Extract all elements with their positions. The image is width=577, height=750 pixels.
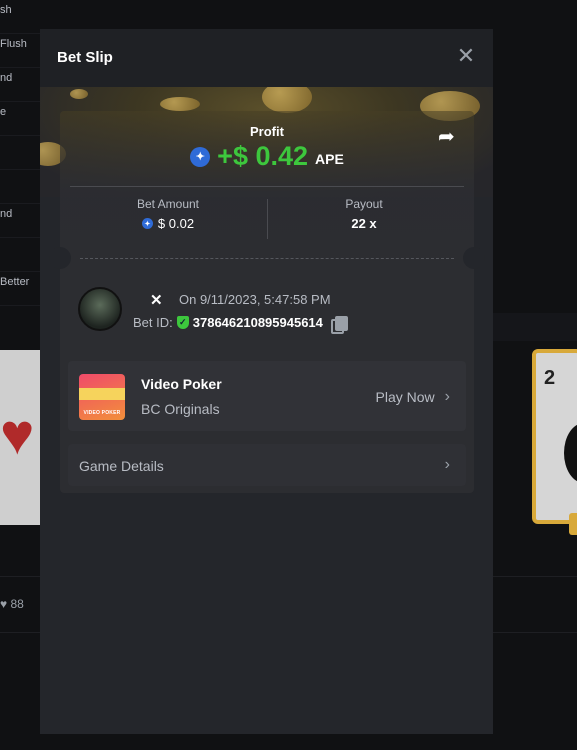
list-item: e <box>0 102 40 136</box>
bet-amount: Bet Amount ✦ $ 0.02 <box>68 197 268 231</box>
background-hand-list: sh Flush nd e nd Better <box>0 0 40 306</box>
payout: Payout 22 x <box>264 197 464 231</box>
background-card-right: 2 <box>532 349 577 535</box>
profit-currency: APE <box>315 150 344 167</box>
avatar[interactable] <box>78 287 122 331</box>
background-band <box>493 313 577 341</box>
list-item: sh <box>0 0 40 34</box>
chevron-right-icon: › <box>444 388 450 405</box>
coin <box>262 87 312 113</box>
ticket-notch <box>49 247 71 269</box>
play-now-button[interactable]: Play Now › <box>376 388 450 406</box>
copy-icon[interactable] <box>330 315 348 334</box>
list-item: nd <box>0 68 40 102</box>
likes: ♥ 88 <box>0 597 24 611</box>
heart-icon: ♥ <box>0 405 35 465</box>
list-item <box>0 170 40 204</box>
list-item <box>0 238 40 272</box>
ape-coin-icon: ✦ <box>190 146 211 167</box>
modal-title: Bet Slip <box>57 49 113 66</box>
close-icon: ✕ <box>150 292 163 309</box>
coin <box>70 89 88 99</box>
modal-header: Bet Slip ✕ <box>40 29 493 87</box>
ape-coin-icon: ✦ <box>141 218 153 229</box>
game-provider: BC Originals <box>141 401 220 417</box>
game-details-row[interactable]: Game Details › <box>68 444 466 486</box>
bet-info: ✕ On 9/11/2023, 5:47:58 PM Bet ID: ✓ 378… <box>78 287 458 334</box>
bet-time: On 9/11/2023, 5:47:58 PM <box>179 292 331 307</box>
thumbnail-label: VIDEO POKER <box>83 410 121 416</box>
divider <box>70 186 464 187</box>
bet-id-label: Bet ID: <box>133 315 173 330</box>
bet-id-value: 378646210895945614 <box>192 315 323 330</box>
payout-value: 22 x <box>351 216 377 231</box>
list-item: Flush <box>0 34 40 68</box>
dashed-divider <box>80 258 454 259</box>
ticket-notch <box>463 247 485 269</box>
close-icon[interactable]: ✕ <box>455 45 477 67</box>
bet-ticket: Profit ✦ +$ 0.42 APE ➦ Bet Amount ✦ $ 0.… <box>49 111 485 493</box>
game-details-label: Game Details <box>79 458 164 474</box>
game-name: Video Poker <box>141 376 222 392</box>
bet-slip-modal: Bet Slip ✕ Profit ✦ +$ 0.42 APE ➦ Bet Am… <box>40 29 493 734</box>
bet-amount-value: $ 0.02 <box>157 216 195 231</box>
profit-row: ✦ +$ 0.42 APE <box>60 141 474 172</box>
bet-amount-value-row: ✦ $ 0.02 <box>68 216 268 231</box>
spade-icon <box>564 423 577 483</box>
card-tab <box>569 513 577 535</box>
card-rank: 2 <box>544 367 556 389</box>
coin <box>160 97 200 111</box>
heart-icon: ♥ <box>0 597 8 611</box>
list-item: nd <box>0 204 40 238</box>
bet-amount-label: Bet Amount <box>136 197 200 211</box>
payout-label: Payout <box>345 197 383 211</box>
list-item <box>0 136 40 170</box>
verified-shield-icon: ✓ <box>176 316 189 329</box>
profit-label: Profit <box>250 124 284 139</box>
chevron-right-icon: › <box>444 456 450 473</box>
bet-id-row: Bet ID: ✓ 378646210895945614 <box>133 315 348 334</box>
share-icon[interactable]: ➦ <box>438 127 458 147</box>
profit-value: +$ 0.42 <box>217 141 309 171</box>
list-item: Better <box>0 272 40 306</box>
play-now-label: Play Now <box>375 389 435 405</box>
likes-count: 88 <box>10 597 24 611</box>
thumbnail-band <box>79 388 125 400</box>
game-card[interactable]: VIDEO POKER Video Poker BC Originals Pla… <box>68 361 466 431</box>
game-thumbnail: VIDEO POKER <box>79 374 125 420</box>
